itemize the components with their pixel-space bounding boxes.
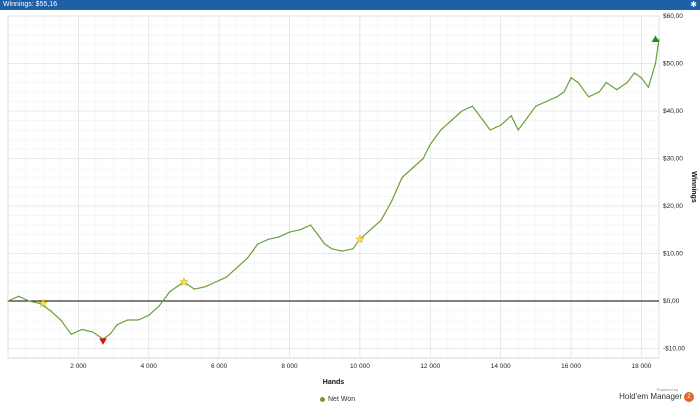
y-tick-label: $60,00 [663, 13, 683, 20]
data-point [517, 129, 519, 131]
x-tick-label: 10 000 [350, 363, 370, 370]
x-tick-label: 12 000 [420, 363, 440, 370]
data-point [429, 143, 431, 145]
y-tick-label: -$10,00 [663, 346, 685, 353]
data-point [267, 238, 269, 240]
data-point [7, 300, 9, 302]
data-point [524, 119, 526, 122]
data-point [577, 81, 579, 84]
data-point [545, 100, 547, 103]
data-point [605, 81, 607, 84]
x-tick-label: 14 000 [491, 363, 511, 370]
branding: Powered by Hold'em Manager 2 [619, 387, 694, 402]
data-point [598, 91, 600, 93]
data-point [288, 231, 291, 233]
data-point [640, 77, 643, 79]
data-point [658, 38, 660, 40]
x-tick-label: 8 000 [281, 363, 298, 370]
brand-name: Hold'em Manager [619, 392, 682, 402]
data-point [310, 224, 312, 226]
data-point [169, 290, 171, 293]
data-point [81, 328, 83, 331]
data-point [137, 319, 139, 321]
data-point [412, 167, 414, 169]
data-point [70, 333, 72, 335]
data-point [461, 110, 463, 112]
data-point [380, 219, 382, 221]
data-point [176, 286, 178, 288]
data-point [17, 295, 20, 297]
data-point [127, 319, 129, 321]
data-point [556, 96, 558, 98]
data-point [588, 96, 590, 98]
data-point [352, 248, 354, 250]
data-point [422, 157, 424, 160]
y-tick-label: $30,00 [663, 156, 683, 163]
x-tick-label: 18 000 [631, 363, 651, 370]
y-axis-title: Winnings [690, 171, 697, 203]
y-tick-label: $50,00 [663, 61, 683, 68]
data-point [28, 300, 30, 302]
pin-icon[interactable]: ✱ [690, 0, 697, 10]
y-tick-label: $40,00 [663, 108, 683, 115]
x-axis-title: Hands [323, 379, 345, 386]
data-point [148, 314, 150, 316]
data-point [299, 229, 301, 231]
window-title: Winnings: $55,16 [3, 1, 58, 8]
data-point [317, 233, 319, 236]
x-tick-label: 6 000 [211, 363, 228, 370]
data-point [654, 62, 657, 65]
y-tick-label: $10,00 [663, 251, 683, 258]
data-point [341, 250, 343, 252]
data-point [49, 309, 51, 312]
data-point [278, 236, 280, 238]
data-point [60, 319, 62, 321]
data-point [204, 286, 206, 288]
x-tick-label: 2 000 [70, 363, 87, 370]
data-point [246, 257, 248, 259]
y-tick-label: $20,00 [663, 203, 683, 210]
data-point [109, 333, 111, 335]
data-point [324, 243, 326, 245]
data-point [369, 229, 372, 231]
window-titlebar: Winnings: $55,16 ✱ [0, 0, 700, 10]
data-point [500, 124, 502, 126]
powered-by-text: Powered by [656, 387, 678, 392]
data-point [570, 77, 572, 79]
data-point [450, 119, 452, 122]
data-point [158, 305, 160, 307]
data-point [215, 281, 217, 283]
data-point [91, 331, 94, 333]
data-point [193, 288, 196, 290]
hem-logo-icon: 2 [684, 392, 694, 402]
data-point [616, 89, 618, 91]
legend[interactable]: Net Won [320, 396, 355, 403]
y-tick-label: $0,00 [663, 298, 680, 305]
data-point [626, 81, 628, 84]
data-point [489, 129, 491, 131]
data-point [510, 115, 512, 117]
data-point [331, 248, 333, 250]
legend-label: Net Won [328, 396, 356, 403]
data-point [225, 276, 227, 278]
winnings-chart: 2 000 4 000 6 000 8 000 10 000 12 000 14 000 16… [7, 13, 697, 386]
data-point [116, 324, 118, 326]
data-point [236, 267, 238, 269]
data-point [440, 129, 442, 131]
x-tick-label: 16 000 [561, 363, 581, 370]
data-point [471, 105, 474, 107]
x-tick-label: 4 000 [141, 363, 158, 370]
data-point [257, 243, 259, 245]
data-point [390, 200, 393, 202]
data-point [647, 86, 650, 88]
data-point [563, 91, 565, 93]
data-point [401, 176, 403, 179]
data-point [633, 72, 635, 74]
data-point [482, 119, 484, 122]
legend-swatch [320, 396, 325, 402]
data-point [535, 105, 537, 107]
